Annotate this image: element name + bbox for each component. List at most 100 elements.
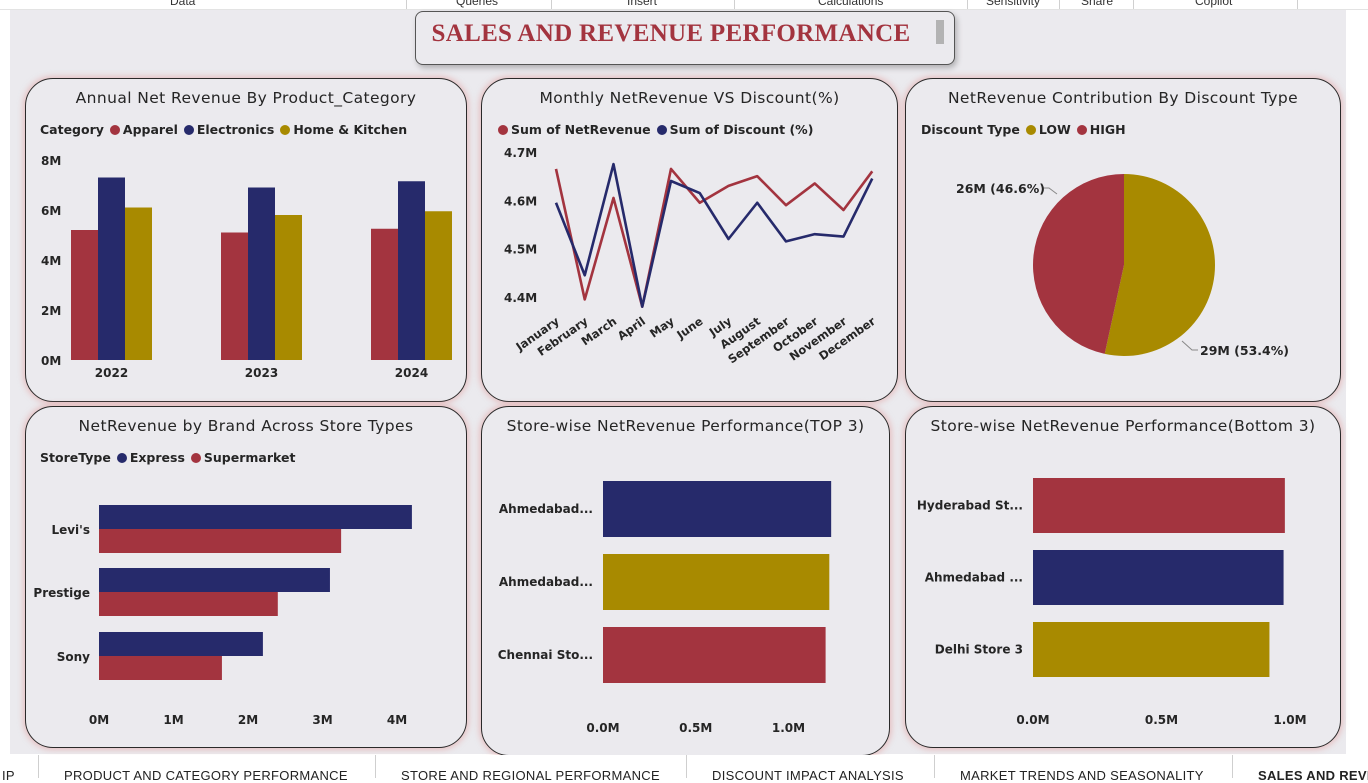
bar-store-3 <box>603 627 826 683</box>
discount-contribution-card[interactable]: NetRevenue Contribution By Discount Type… <box>905 78 1341 402</box>
x-tick-label: May <box>647 314 677 341</box>
data-label-low: 29M (53.4%) <box>1200 343 1289 358</box>
bar-express-levis <box>99 505 412 529</box>
top3-stores-chart[interactable]: Ahmedabad... Ahmedabad... Chennai Sto... 0.… <box>482 407 889 755</box>
bottom3-stores-card[interactable]: Store-wise NetRevenue Performance(Bottom… <box>905 406 1341 748</box>
ribbon-calculations[interactable]: Calculations <box>818 0 883 8</box>
y-tick-label: Ahmedabad... <box>499 575 593 589</box>
line-sum-of-netrevenue <box>554 167 874 308</box>
bar-home-kitchen-2022 <box>125 207 152 360</box>
tab-divider <box>934 755 935 778</box>
ribbon-copilot[interactable]: Copilot <box>1195 0 1232 8</box>
bar-store-2 <box>603 554 830 610</box>
tab-store-regional[interactable]: STORE AND REGIONAL PERFORMANCE <box>401 768 660 783</box>
bar-apparel-2022 <box>71 230 98 360</box>
y-tick-label: 8M <box>41 154 61 168</box>
x-tick-label: June <box>673 314 705 342</box>
x-tick-label: 0.0M <box>1016 713 1049 727</box>
y-tick-label: Ahmedabad... <box>499 502 593 516</box>
x-tick-label: 0.5M <box>679 721 712 735</box>
top3-stores-card[interactable]: Store-wise NetRevenue Performance(TOP 3)… <box>481 406 890 756</box>
ribbon-divider <box>1059 0 1060 9</box>
ribbon-divider <box>967 0 968 9</box>
bar-supermarket-prestige <box>99 592 278 616</box>
x-tick-label: 2024 <box>395 366 428 380</box>
y-tick-label: Hyderabad St... <box>917 499 1023 513</box>
ribbon-divider <box>734 0 735 9</box>
x-tick-label: 0.0M <box>586 721 619 735</box>
annual-revenue-chart[interactable]: 0M 2M 4M 6M 8M 2022 2023 2024 <box>26 79 466 401</box>
y-tick-label: Prestige <box>33 586 90 600</box>
bar-store-1 <box>603 481 832 537</box>
monthly-revenue-chart[interactable]: 4.4M4.5M4.6M4.7MJanuaryFebruaryMarchApri… <box>482 79 897 401</box>
tab-market-trends[interactable]: MARKET TRENDS AND SEASONALITY <box>960 768 1204 783</box>
y-tick-label: Delhi Store 3 <box>935 643 1023 657</box>
leader-line <box>1043 187 1058 195</box>
bar-supermarket-levis <box>99 529 342 553</box>
monthly-revenue-card[interactable]: Monthly NetRevenue VS Discount(%) Sum of… <box>481 78 898 402</box>
annual-revenue-card[interactable]: Annual Net Revenue By Product_Category C… <box>25 78 467 402</box>
tab-product-category[interactable]: PRODUCT AND CATEGORY PERFORMANCE <box>64 768 348 783</box>
ribbon-queries[interactable]: Queries <box>456 0 498 8</box>
y-tick-label: Sony <box>57 650 90 664</box>
tab-divider <box>1232 755 1233 778</box>
ribbon-bar: Data Queries Insert Calculations Sensiti… <box>0 0 1368 10</box>
tab-discount-impact[interactable]: DISCOUNT IMPACT ANALYSIS <box>712 768 904 783</box>
bar-express-sony <box>99 632 263 656</box>
bar-store-1 <box>1033 478 1285 533</box>
x-tick-label: 1M <box>163 713 183 727</box>
tab-ip[interactable]: IP <box>2 768 15 783</box>
x-tick-label: 1.0M <box>772 721 805 735</box>
title-scrollbar[interactable] <box>936 20 944 44</box>
x-tick-label: 1.0M <box>1273 713 1306 727</box>
x-tick-label: 2M <box>238 713 258 727</box>
data-label-high: 26M (46.6%) <box>956 181 1045 196</box>
ribbon-share[interactable]: Share <box>1081 0 1113 8</box>
y-tick-label: 4.7M <box>504 146 537 160</box>
tab-divider <box>686 755 687 778</box>
page-tabs: IP PRODUCT AND CATEGORY PERFORMANCE STOR… <box>0 755 1368 783</box>
brand-storetype-chart[interactable]: Levi's Prestige Sony 0M 1M 2M 3M 4M <box>26 407 466 747</box>
ribbon-divider <box>406 0 407 9</box>
pie-slice-high <box>1033 174 1124 354</box>
y-tick-label: 2M <box>41 304 61 318</box>
bar-home-kitchen-2023 <box>275 215 302 360</box>
y-tick-label: 0M <box>41 354 61 368</box>
leader-line <box>1181 340 1198 351</box>
x-tick-label: 2022 <box>95 366 128 380</box>
bar-supermarket-sony <box>99 656 222 680</box>
y-tick-label: Chennai Sto... <box>498 648 593 662</box>
y-tick-label: 4M <box>41 254 61 268</box>
ribbon-insert[interactable]: Insert <box>627 0 657 8</box>
x-tick-label: 3M <box>312 713 332 727</box>
brand-storetype-card[interactable]: NetRevenue by Brand Across Store Types S… <box>25 406 467 748</box>
report-title-box: SALES AND REVENUE PERFORMANCE <box>415 11 955 65</box>
tab-divider <box>38 755 39 778</box>
y-tick-label: 4.5M <box>504 243 537 257</box>
y-tick-label: 4.4M <box>504 291 537 305</box>
y-tick-label: Ahmedabad ... <box>925 571 1023 585</box>
bar-store-3 <box>1033 622 1270 677</box>
x-tick-label: 4M <box>387 713 407 727</box>
ribbon-divider <box>551 0 552 9</box>
bar-home-kitchen-2024 <box>425 211 452 360</box>
ribbon-divider <box>1133 0 1134 9</box>
x-tick-label: April <box>615 314 648 343</box>
x-tick-label: 0.5M <box>1145 713 1178 727</box>
y-tick-label: Levi's <box>51 523 90 537</box>
discount-pie-chart[interactable]: 29M (53.4%) 26M (46.6%) <box>906 79 1340 401</box>
bar-electronics-2023 <box>248 187 275 360</box>
x-tick-label: 0M <box>89 713 109 727</box>
tab-divider <box>375 755 376 778</box>
bottom3-stores-chart[interactable]: Hyderabad St... Ahmedabad ... Delhi Store … <box>906 407 1340 747</box>
bar-electronics-2022 <box>98 177 125 360</box>
bar-electronics-2024 <box>398 181 425 360</box>
bar-apparel-2024 <box>371 228 398 360</box>
tab-sales-revenue[interactable]: SALES AND REVE <box>1258 768 1368 783</box>
bar-store-2 <box>1033 550 1284 605</box>
bar-express-prestige <box>99 568 330 592</box>
bar-apparel-2023 <box>221 232 248 360</box>
y-tick-label: 6M <box>41 204 61 218</box>
ribbon-sensitivity[interactable]: Sensitivity <box>986 0 1040 8</box>
ribbon-data[interactable]: Data <box>170 0 195 8</box>
